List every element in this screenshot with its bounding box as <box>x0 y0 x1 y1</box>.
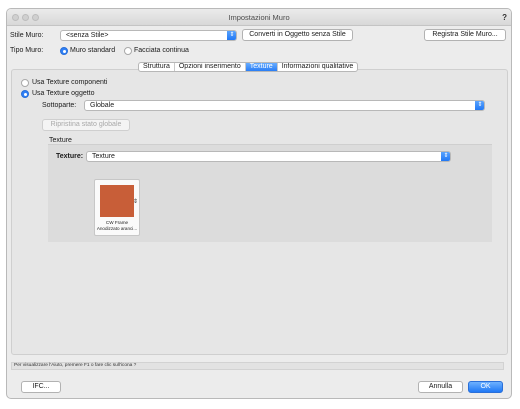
texture-group-title: Texture <box>49 137 72 144</box>
help-status-bar: Per visualizzare l'Aiuto, premere F1 o f… <box>11 362 504 370</box>
texture-swatch <box>100 185 134 217</box>
tab-struttura[interactable]: Struttura <box>139 63 175 71</box>
radio-muro-standard[interactable] <box>60 47 68 55</box>
radio-use-object-textures-label: Usa Texture oggetto <box>32 90 95 97</box>
convert-unstyled-button[interactable]: Converti in Oggetto senza Stile <box>242 29 353 41</box>
sottoparte-value: Globale <box>90 102 115 109</box>
ifc-button[interactable]: IFC... <box>21 381 61 393</box>
tab-informazioni-qualitative[interactable]: Informazioni qualitative <box>278 63 358 71</box>
tipo-muro-label: Tipo Muro: <box>10 47 44 54</box>
ok-button[interactable]: OK <box>468 381 503 393</box>
chevron-updown-icon: ⇕ <box>475 101 484 110</box>
register-style-button[interactable]: Registra Stile Muro... <box>424 29 506 41</box>
texture-value: Texture <box>92 153 115 160</box>
stile-muro-value: <senza Stile> <box>66 32 109 39</box>
texture-caption-line1: CW Frame <box>105 220 129 225</box>
texture-caption-line2: Anodizzato aranci... <box>96 226 138 231</box>
settings-dialog: Impostazioni Muro ? Stile Muro: <senza S… <box>6 8 512 399</box>
sottoparte-label: Sottoparte: <box>42 102 77 109</box>
sottoparte-select[interactable]: Globale ⇕ <box>84 100 485 111</box>
radio-muro-standard-label: Muro standard <box>70 47 116 54</box>
stile-muro-select[interactable]: <senza Stile> ⇕ <box>60 30 237 41</box>
restore-global-button[interactable]: Ripristina stato globale <box>42 119 130 131</box>
chevron-updown-icon: ⇕ <box>441 152 450 161</box>
title-bar: Impostazioni Muro ? <box>7 9 511 26</box>
texture-select[interactable]: Texture ⇕ <box>86 151 451 162</box>
texture-thumbnail[interactable]: ⇕ CW Frame Anodizzato aranci... <box>94 179 140 236</box>
stile-muro-label: Stile Muro: <box>10 32 44 39</box>
chevron-updown-icon: ⇕ <box>227 31 236 40</box>
cancel-button[interactable]: Annulla <box>418 381 463 393</box>
tab-opzioni-inserimento[interactable]: Opzioni inserimento <box>175 63 246 71</box>
radio-use-component-textures[interactable] <box>21 79 29 87</box>
radio-facciata-continua-label: Facciata continua <box>134 47 189 54</box>
radio-use-component-textures-label: Usa Texture componenti <box>32 79 108 86</box>
texture-label: Texture: <box>56 153 84 160</box>
radio-facciata-continua[interactable] <box>124 47 132 55</box>
tab-texture[interactable]: Texture <box>245 63 278 71</box>
radio-use-object-textures[interactable] <box>21 90 29 98</box>
help-icon[interactable]: ? <box>502 13 507 22</box>
chevron-updown-icon[interactable]: ⇕ <box>133 198 138 205</box>
tab-bar: Struttura Opzioni inserimento Texture In… <box>138 62 359 72</box>
window-title: Impostazioni Muro <box>228 13 290 22</box>
